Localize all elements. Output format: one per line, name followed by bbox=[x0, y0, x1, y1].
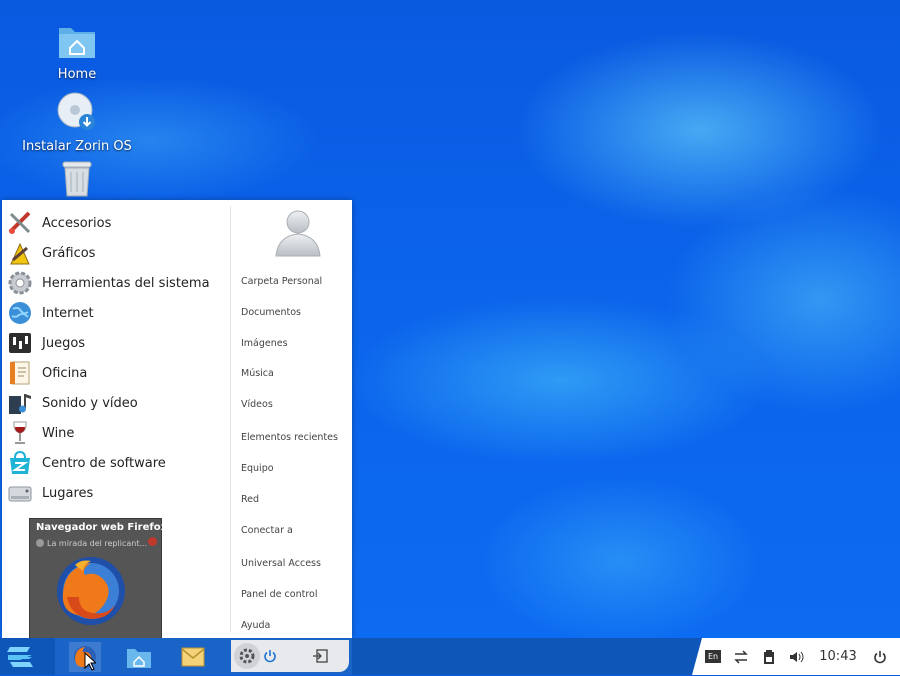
place-panel-de-control[interactable]: Panel de control bbox=[241, 589, 317, 600]
files-home-icon[interactable] bbox=[123, 642, 155, 672]
logout-icon[interactable] bbox=[311, 648, 329, 664]
menu-divider bbox=[230, 206, 231, 632]
category-graficos[interactable]: Gráficos bbox=[6, 239, 228, 267]
place-conectar-a[interactable]: Conectar a bbox=[241, 525, 293, 536]
office-icon bbox=[6, 360, 34, 386]
place-imagenes[interactable]: Imágenes bbox=[241, 338, 288, 349]
session-bar bbox=[231, 640, 349, 672]
wine-icon bbox=[6, 420, 34, 446]
places-list: Carpeta Personal Documentos Imágenes Mús… bbox=[232, 200, 352, 638]
places-drive-icon bbox=[6, 480, 34, 506]
place-carpeta-personal[interactable]: Carpeta Personal bbox=[241, 276, 322, 287]
system-tray: En 10:43 bbox=[692, 638, 900, 675]
software-center-icon bbox=[6, 450, 34, 476]
category-oficina[interactable]: Oficina bbox=[6, 359, 228, 387]
zorin-logo-icon[interactable] bbox=[2, 640, 38, 674]
firefox-thumbnail-icon bbox=[53, 553, 129, 633]
taskbar: En 10:43 bbox=[0, 638, 900, 675]
volume-icon[interactable] bbox=[786, 638, 808, 675]
category-accesorios[interactable]: Accesorios bbox=[6, 209, 228, 237]
place-documentos[interactable]: Documentos bbox=[241, 307, 301, 318]
network-transfer-icon[interactable] bbox=[730, 638, 752, 675]
accessories-icon bbox=[6, 210, 34, 236]
install-disc-icon bbox=[22, 92, 132, 136]
sound-video-icon bbox=[6, 390, 34, 416]
desktop-icon-install[interactable]: Instalar Zorin OS bbox=[22, 92, 132, 154]
desktop-icon-label: Home bbox=[57, 67, 97, 82]
battery-icon[interactable] bbox=[758, 638, 780, 675]
settings-gear-icon[interactable] bbox=[234, 643, 260, 669]
power-icon[interactable] bbox=[261, 647, 279, 665]
desktop-icon-label: Instalar Zorin OS bbox=[22, 139, 132, 154]
category-juegos[interactable]: Juegos bbox=[6, 329, 228, 357]
desktop-icon-trash[interactable] bbox=[22, 158, 132, 205]
system-tools-icon bbox=[6, 270, 34, 296]
graphics-icon bbox=[6, 240, 34, 266]
power-menu-icon[interactable] bbox=[868, 638, 892, 675]
category-internet[interactable]: Internet bbox=[6, 299, 228, 327]
category-sonido-video[interactable]: Sonido y vídeo bbox=[6, 389, 228, 417]
games-icon bbox=[6, 330, 34, 356]
place-universal-access[interactable]: Universal Access bbox=[241, 558, 321, 569]
tooltip-window-title: La mirada del replicant... bbox=[47, 539, 148, 548]
place-red[interactable]: Red bbox=[241, 494, 259, 505]
place-elementos-recientes[interactable]: Elementos recientes bbox=[241, 432, 338, 443]
taskbar-app-area bbox=[55, 638, 352, 675]
user-avatar-icon[interactable] bbox=[272, 206, 324, 262]
place-videos[interactable]: Vídeos bbox=[241, 399, 273, 410]
tooltip-window-icon bbox=[36, 539, 44, 547]
close-icon[interactable] bbox=[148, 537, 157, 546]
mail-icon[interactable] bbox=[177, 642, 209, 672]
clock[interactable]: 10:43 bbox=[816, 638, 860, 675]
place-equipo[interactable]: Equipo bbox=[241, 463, 274, 474]
desktop-icon-home[interactable]: Home bbox=[22, 22, 132, 82]
place-ayuda[interactable]: Ayuda bbox=[241, 620, 270, 631]
category-lugares[interactable]: Lugares bbox=[6, 479, 228, 507]
internet-globe-icon bbox=[6, 300, 34, 326]
tooltip-title: Navegador web Firefox bbox=[36, 522, 168, 533]
trash-icon bbox=[22, 158, 132, 202]
home-folder-icon bbox=[22, 22, 132, 64]
window-preview-tooltip[interactable]: Navegador web Firefox La mirada del repl… bbox=[29, 518, 167, 642]
place-musica[interactable]: Música bbox=[241, 368, 274, 379]
category-wine[interactable]: Wine bbox=[6, 419, 228, 447]
category-centro-software[interactable]: Centro de software bbox=[6, 449, 228, 477]
mouse-cursor-icon bbox=[84, 651, 98, 676]
category-herramientas[interactable]: Herramientas del sistema bbox=[6, 269, 228, 297]
keyboard-layout-indicator[interactable]: En bbox=[702, 638, 724, 675]
